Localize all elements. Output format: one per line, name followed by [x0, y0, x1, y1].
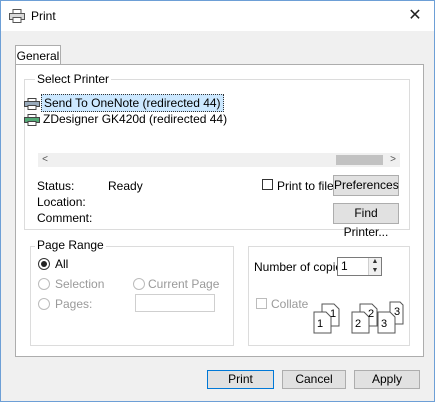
comment-label: Comment: [37, 211, 93, 225]
chevron-left-icon[interactable]: < [38, 153, 52, 167]
selection-label: Selection [55, 277, 105, 291]
page-range-label: Page Range [35, 238, 106, 252]
pages-input[interactable] [135, 294, 215, 312]
cancel-button[interactable]: Cancel [282, 370, 346, 389]
current-page-radio[interactable] [133, 278, 145, 290]
printer-name: Send To OneNote (redirected 44) [41, 94, 224, 112]
print-to-file-checkbox[interactable] [262, 179, 273, 190]
collate-digit: 2 [368, 308, 375, 320]
collate-digit: 1 [317, 318, 324, 330]
printer-icon [24, 97, 40, 110]
apply-button[interactable]: Apply [354, 370, 420, 389]
collate-digit: 1 [330, 308, 337, 320]
close-icon: ✕ [408, 7, 422, 24]
chevron-right-icon[interactable]: > [386, 153, 400, 167]
collate-label: Collate [271, 297, 309, 311]
spin-down-icon[interactable]: ▼ [368, 266, 381, 275]
status-value: Ready [108, 179, 143, 193]
collate-digit: 3 [381, 318, 388, 330]
preferences-button[interactable]: Preferences [333, 175, 399, 196]
spin-up-icon[interactable]: ▲ [368, 258, 381, 266]
printer-icon [9, 9, 25, 23]
pages-radio[interactable] [38, 298, 50, 310]
pages-label: Pages: [55, 297, 93, 311]
print-to-file-label: Print to file [277, 179, 334, 193]
status-label: Status: [37, 179, 75, 193]
copies-input[interactable]: 1 ▲ ▼ [337, 257, 382, 276]
print-button[interactable]: Print [207, 370, 274, 389]
radio-selected-dot [41, 261, 47, 267]
scroll-thumb[interactable] [336, 155, 383, 165]
selection-radio[interactable] [38, 278, 50, 290]
collate-checkbox[interactable] [256, 298, 267, 309]
collate-digit: 2 [355, 318, 362, 330]
all-radio[interactable] [38, 258, 50, 270]
tab-strip: General [1, 31, 434, 67]
copies-value: 1 [341, 259, 348, 273]
title-bar: Print ✕ [1, 1, 434, 31]
collate-pages-icon: 1 1 2 2 3 3 [312, 300, 404, 334]
printer-list-scrollbar[interactable]: < > [38, 153, 400, 167]
find-printer-button[interactable]: Find Printer... [333, 203, 399, 239]
current-page-label: Current Page [148, 277, 220, 291]
all-label: All [55, 257, 69, 271]
collate-digit: 3 [394, 306, 401, 318]
printer-item[interactable]: Send To OneNote (redirected 44) [24, 94, 224, 112]
window-title: Print [31, 9, 56, 23]
printer-icon [24, 113, 40, 126]
close-button[interactable]: ✕ [404, 5, 426, 27]
location-label: Location: [37, 195, 86, 209]
printer-name: ZDesigner GK420d (redirected 44) [43, 112, 228, 126]
printer-item[interactable]: ZDesigner GK420d (redirected 44) [24, 111, 229, 127]
select-printer-label: Select Printer [35, 72, 112, 86]
